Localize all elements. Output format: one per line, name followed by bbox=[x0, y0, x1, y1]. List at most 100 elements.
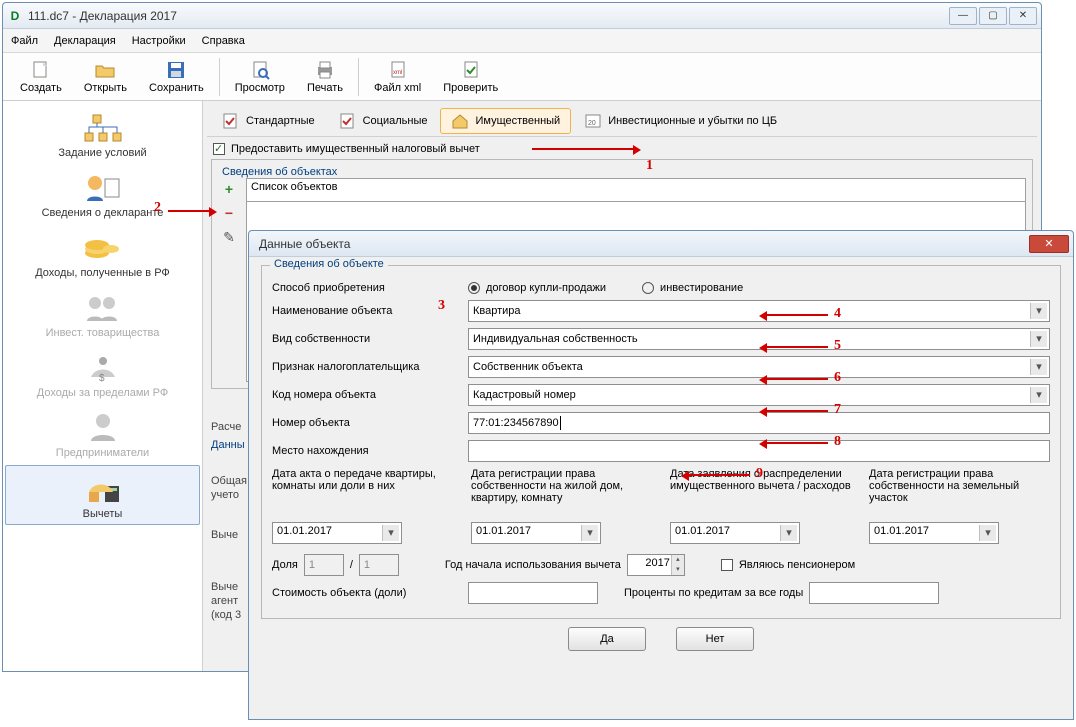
deduction-tabs: Стандартные Социальные Имущественный 20 … bbox=[207, 105, 1037, 137]
sidebar-item-deductions[interactable]: Вычеты bbox=[5, 465, 200, 525]
sidebar: Задание условий Сведения о декларанте До… bbox=[3, 101, 203, 671]
menu-help[interactable]: Справка bbox=[202, 35, 245, 47]
date-statement-input[interactable]: 01.01.2017 bbox=[670, 522, 800, 544]
ownership-type-label: Вид собственности bbox=[272, 333, 462, 345]
callout-arrow-5 bbox=[762, 346, 828, 348]
callout-arrow-9 bbox=[684, 474, 750, 476]
location-label: Место нахождения bbox=[272, 445, 462, 457]
date-act-input[interactable]: 01.01.2017 bbox=[272, 522, 402, 544]
object-name-label: Наименование объекта bbox=[272, 305, 462, 317]
tab-investment[interactable]: 20 Инвестиционные и убытки по ЦБ bbox=[573, 108, 788, 134]
date-reg-house-label: Дата регистрации права собственности на … bbox=[471, 468, 652, 522]
date-reg-house-input[interactable]: 01.01.2017 bbox=[471, 522, 601, 544]
cancel-button[interactable]: Нет bbox=[676, 627, 754, 651]
callout-1: 1 bbox=[646, 158, 653, 174]
remove-object-button[interactable]: − bbox=[220, 206, 238, 224]
sidebar-item-income-rf[interactable]: Доходы, полученные в РФ bbox=[5, 225, 200, 283]
dialog-title: Данные объекта bbox=[253, 237, 1029, 251]
tab-property[interactable]: Имущественный bbox=[440, 108, 571, 134]
sidebar-item-income-foreign[interactable]: $ Доходы за пределами РФ bbox=[5, 345, 200, 403]
year-label: Год начала использования вычета bbox=[445, 559, 621, 571]
preview-icon bbox=[249, 60, 271, 80]
check-icon bbox=[460, 60, 482, 80]
minimize-button[interactable]: — bbox=[949, 7, 977, 25]
callout-3: 3 bbox=[438, 298, 445, 314]
cost-label: Стоимость объекта (доли) bbox=[272, 587, 462, 599]
print-button[interactable]: Печать bbox=[296, 57, 354, 97]
invest-icon bbox=[83, 291, 123, 325]
entrepreneurs-icon bbox=[83, 411, 123, 445]
edit-object-button[interactable]: ✎ bbox=[220, 230, 238, 248]
sidebar-item-conditions[interactable]: Задание условий bbox=[5, 105, 200, 163]
save-icon bbox=[165, 60, 187, 80]
object-number-label: Номер объекта bbox=[272, 417, 462, 429]
callout-6: 6 bbox=[834, 370, 841, 386]
radio-purchase[interactable] bbox=[468, 282, 480, 294]
taxpayer-attr-label: Признак налогоплательщика bbox=[272, 361, 462, 373]
dialog-titlebar: Данные объекта ✕ bbox=[249, 231, 1073, 257]
pensioner-checkbox[interactable] bbox=[721, 559, 733, 571]
menu-declaration[interactable]: Декларация bbox=[54, 35, 116, 47]
menu-settings[interactable]: Настройки bbox=[132, 35, 186, 47]
radio-investment[interactable] bbox=[642, 282, 654, 294]
tab-social[interactable]: Социальные bbox=[328, 108, 439, 134]
objects-list-header: Список объектов bbox=[246, 178, 1026, 202]
investment-icon: 20 bbox=[584, 113, 602, 129]
callout-8: 8 bbox=[834, 434, 841, 450]
tab-standard[interactable]: Стандартные bbox=[211, 108, 326, 134]
share-numerator-input[interactable]: 1 bbox=[304, 554, 344, 576]
check-button[interactable]: Проверить bbox=[432, 57, 509, 97]
toolbar: Создать Открыть Сохранить Просмотр Печат… bbox=[3, 53, 1041, 101]
sidebar-item-invest-partnerships[interactable]: Инвест. товарищества bbox=[5, 285, 200, 343]
svg-text:xml: xml bbox=[393, 70, 402, 76]
new-button[interactable]: Создать bbox=[9, 57, 73, 97]
menu-file[interactable]: Файл bbox=[11, 35, 38, 47]
income-rf-icon bbox=[83, 231, 123, 265]
add-object-button[interactable]: + bbox=[220, 182, 238, 200]
window-title: 111.dc7 - Декларация 2017 bbox=[28, 9, 947, 23]
maximize-button[interactable]: ▢ bbox=[979, 7, 1007, 25]
income-foreign-icon: $ bbox=[83, 351, 123, 385]
callout-arrow-8 bbox=[762, 442, 828, 444]
sidebar-item-declarant[interactable]: Сведения о декларанте bbox=[5, 165, 200, 223]
print-icon bbox=[314, 60, 336, 80]
callout-arrow-7 bbox=[762, 410, 828, 412]
date-reg-land-label: Дата регистрации права собственности на … bbox=[869, 468, 1050, 522]
xml-button[interactable]: xml Файл xml bbox=[363, 57, 432, 97]
share-label: Доля bbox=[272, 559, 298, 571]
callout-5: 5 bbox=[834, 338, 841, 354]
object-dialog: Данные объекта ✕ Сведения об объекте Спо… bbox=[248, 230, 1074, 720]
callout-arrow-1 bbox=[532, 148, 638, 150]
social-icon bbox=[339, 113, 357, 129]
provide-deduction-checkbox[interactable] bbox=[213, 143, 225, 155]
open-button[interactable]: Открыть bbox=[73, 57, 138, 97]
date-act-label: Дата акта о передаче квартиры, комнаты и… bbox=[272, 468, 453, 522]
ok-button[interactable]: Да bbox=[568, 627, 646, 651]
new-icon bbox=[30, 60, 52, 80]
acquisition-label: Способ приобретения bbox=[272, 282, 462, 294]
close-button[interactable]: ✕ bbox=[1009, 7, 1037, 25]
standard-icon bbox=[222, 113, 240, 129]
dialog-close-button[interactable]: ✕ bbox=[1029, 235, 1069, 253]
callout-arrow-4 bbox=[762, 314, 828, 316]
share-denominator-input[interactable]: 1 bbox=[359, 554, 399, 576]
callout-arrow-2 bbox=[168, 210, 214, 212]
preview-button[interactable]: Просмотр bbox=[224, 57, 296, 97]
app-icon: D bbox=[7, 8, 23, 24]
titlebar: D 111.dc7 - Декларация 2017 — ▢ ✕ bbox=[3, 3, 1041, 29]
conditions-icon bbox=[83, 111, 123, 145]
year-spinner[interactable]: 2017 bbox=[627, 554, 685, 576]
number-code-select[interactable]: Кадастровый номер bbox=[468, 384, 1050, 406]
property-icon bbox=[451, 113, 469, 129]
callout-arrow-6 bbox=[762, 378, 828, 380]
sidebar-item-entrepreneurs[interactable]: Предприниматели bbox=[5, 405, 200, 463]
credit-percent-input[interactable] bbox=[809, 582, 939, 604]
save-button[interactable]: Сохранить bbox=[138, 57, 215, 97]
number-code-label: Код номера объекта bbox=[272, 389, 462, 401]
callout-7: 7 bbox=[834, 402, 841, 418]
date-reg-land-input[interactable]: 01.01.2017 bbox=[869, 522, 999, 544]
xml-icon: xml bbox=[387, 60, 409, 80]
cost-input[interactable] bbox=[468, 582, 598, 604]
callout-9: 9 bbox=[756, 466, 763, 482]
svg-text:$: $ bbox=[99, 373, 105, 384]
